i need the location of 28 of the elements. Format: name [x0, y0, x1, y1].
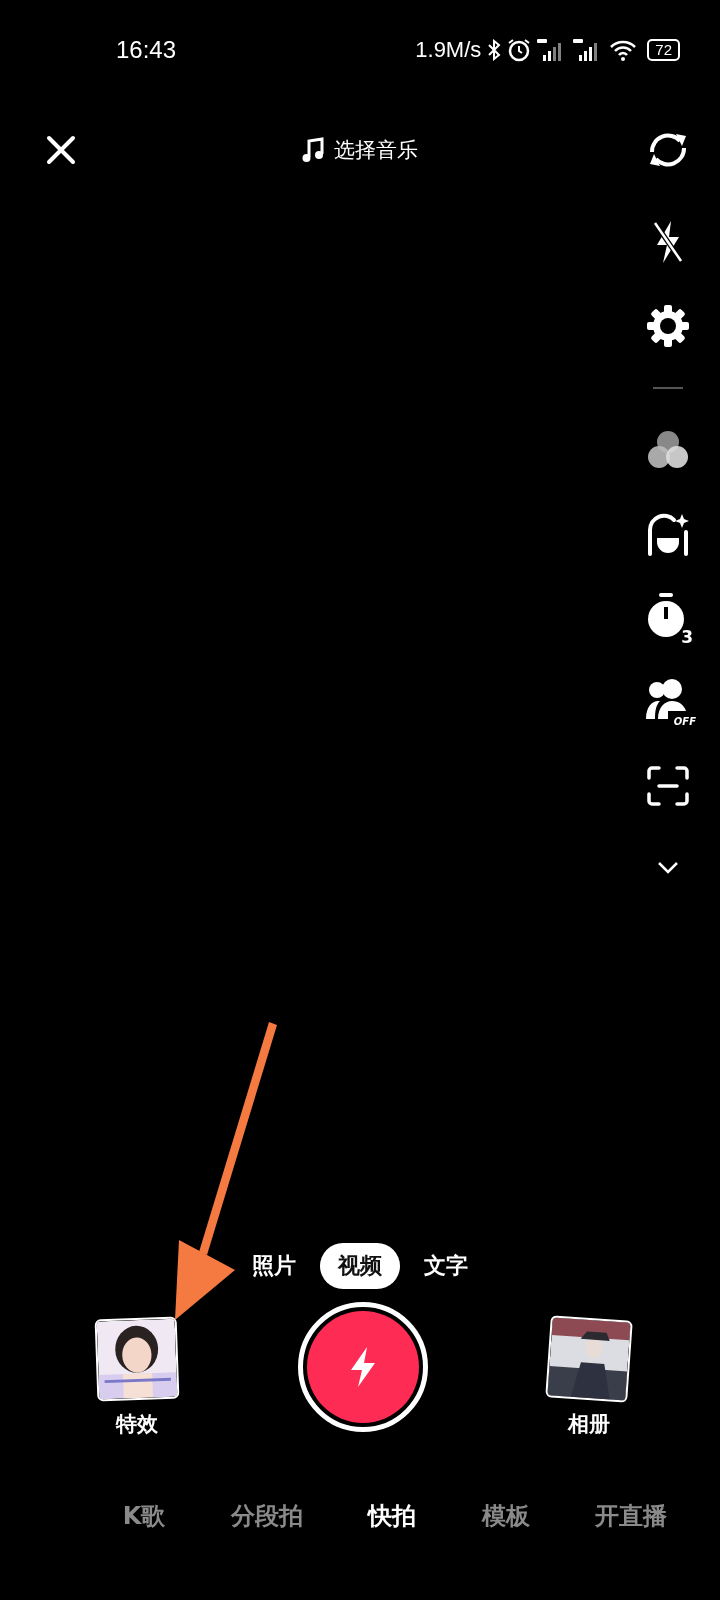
- battery-indicator: 72: [647, 39, 680, 61]
- bluetooth-icon: [487, 39, 502, 61]
- bottom-tab[interactable]: 快拍: [368, 1500, 417, 1532]
- status-time: 16:43: [116, 36, 178, 64]
- mode-tab[interactable]: 照片: [234, 1243, 314, 1289]
- off-badge: OFF: [671, 716, 698, 727]
- bottom-tab[interactable]: 开直播: [595, 1500, 668, 1532]
- bottom-tab[interactable]: K歌: [122, 1500, 166, 1532]
- network-speed: 1.9M/s: [415, 37, 482, 63]
- timer-badge: 3: [679, 628, 695, 646]
- mode-tab[interactable]: 视频: [320, 1243, 400, 1289]
- alarm-icon: [507, 38, 532, 62]
- filter-icon[interactable]: [646, 429, 690, 471]
- settings-icon[interactable]: [646, 304, 690, 348]
- bottom-tab[interactable]: 分段拍: [230, 1500, 303, 1532]
- close-icon[interactable]: [46, 135, 76, 165]
- select-music-button[interactable]: 选择音乐: [302, 136, 418, 164]
- bottom-tab[interactable]: 模板: [481, 1500, 530, 1532]
- wifi-icon: [609, 39, 638, 61]
- effects-label: 特效: [116, 1411, 158, 1438]
- flash-off-icon[interactable]: [651, 219, 685, 265]
- lightning-icon: [348, 1345, 378, 1389]
- mode-tab[interactable]: 文字: [406, 1243, 486, 1289]
- music-note-icon: [302, 137, 324, 163]
- scan-icon[interactable]: [647, 766, 689, 806]
- album-label: 相册: [568, 1411, 610, 1438]
- beauty-icon[interactable]: [645, 512, 691, 556]
- chevron-down-icon[interactable]: [657, 861, 679, 875]
